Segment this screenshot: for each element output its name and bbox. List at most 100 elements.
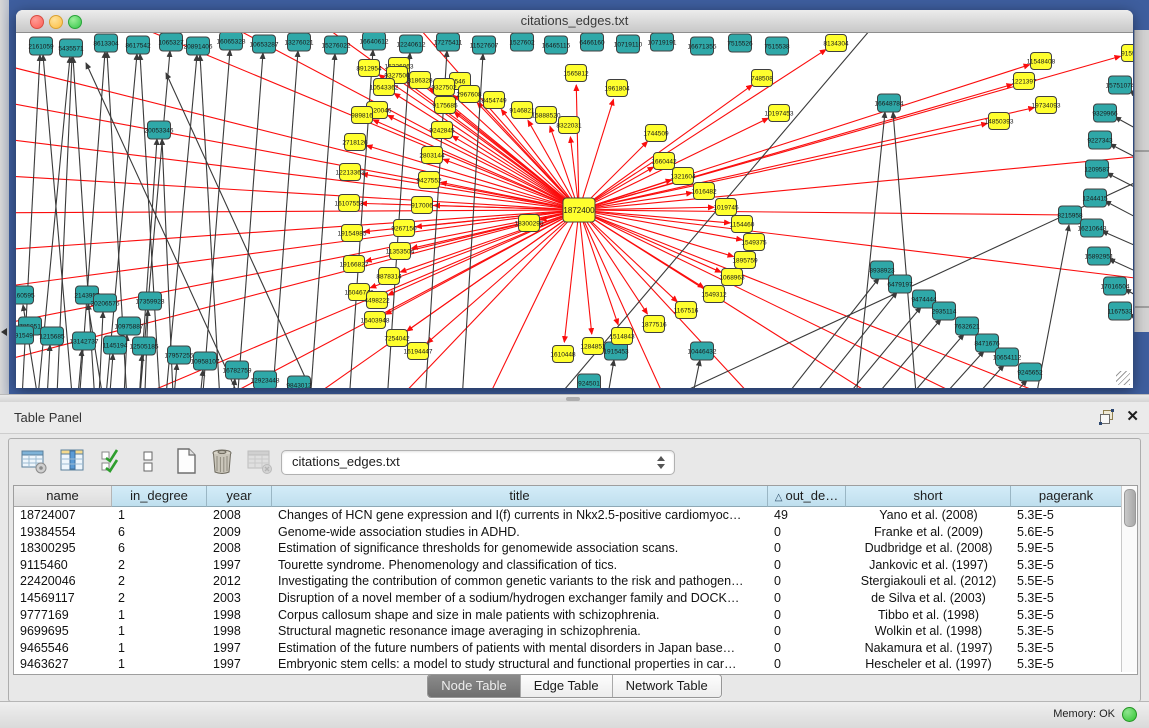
network-node[interactable]: 10543362 (370, 79, 399, 96)
network-node[interactable]: 1565812 (563, 65, 589, 82)
show-column-icon[interactable] (58, 446, 88, 476)
network-node[interactable]: 15888520 (532, 107, 561, 124)
network-node[interactable]: 11527607 (470, 36, 499, 54)
table-row[interactable]: 946362711997Embryonic stem cells: a mode… (14, 656, 1122, 673)
network-node[interactable]: 7515538 (764, 37, 790, 55)
table-options-icon[interactable] (19, 446, 49, 476)
network-node[interactable]: 7515526 (727, 34, 753, 52)
network-node[interactable]: 10197453 (765, 105, 794, 122)
network-node[interactable]: 16194447 (404, 343, 433, 360)
network-node[interactable]: 15751074 (1106, 76, 1133, 94)
network-node[interactable]: 19166827 (340, 256, 369, 273)
network-node[interactable]: 10654112 (993, 348, 1022, 366)
row-height-icon[interactable] (133, 446, 163, 476)
network-node[interactable]: 15892951 (1085, 247, 1114, 265)
network-node[interactable]: 1660442 (651, 153, 677, 170)
network-node[interactable]: 1154460 (730, 216, 755, 233)
table-row[interactable]: 911546021997Tourette syndrome. Phenomeno… (14, 557, 1122, 574)
network-node[interactable]: 1145194 (103, 336, 128, 354)
scrollbar-thumb[interactable] (1124, 489, 1136, 527)
network-node[interactable]: 1065327 (158, 33, 184, 51)
network-node[interactable]: 12505185 (130, 337, 159, 355)
network-node[interactable]: 7632621 (954, 317, 980, 335)
network-node[interactable]: 16671355 (688, 37, 717, 55)
network-node[interactable]: 16640612 (360, 33, 389, 50)
network-node[interactable]: 20891406 (184, 37, 213, 55)
tab-edge-table[interactable]: Edge Table (521, 675, 613, 697)
network-node[interactable]: 16403948 (361, 312, 390, 329)
network-node[interactable]: 8134304 (823, 35, 849, 52)
network-node[interactable]: 8322031 (556, 117, 582, 134)
network-node[interactable]: 10719191 (648, 33, 677, 51)
network-node[interactable]: 10975887 (115, 317, 144, 335)
network-node[interactable]: 2803144 (419, 147, 445, 164)
network-node[interactable]: 19734093 (1032, 97, 1061, 114)
network-node[interactable]: 1872400 (563, 198, 595, 222)
network-node[interactable]: 1167533 (1108, 302, 1133, 320)
network-node[interactable]: 16210643 (1078, 219, 1107, 237)
network-node[interactable]: 8186328 (407, 72, 433, 89)
network-node[interactable]: 9227343 (1087, 131, 1113, 149)
network-graph[interactable]: 2161059543557186133048617542106532720891… (16, 33, 1133, 388)
table-row[interactable]: 1872400712008Changes of HCN gene express… (14, 507, 1122, 524)
network-node[interactable]: 1321604 (670, 168, 696, 185)
network-node[interactable]: 20206576 (91, 294, 120, 312)
network-node[interactable]: 8617542 (125, 36, 151, 54)
network-node[interactable]: 1877516 (641, 316, 667, 333)
network-node[interactable]: 2718126 (342, 134, 368, 151)
network-node[interactable]: 16065328 (217, 33, 246, 50)
column-header-in_degree[interactable]: in_degree (112, 486, 207, 507)
network-node[interactable]: 9327502 (431, 79, 457, 96)
network-node[interactable]: 1019745 (713, 199, 739, 216)
network-node[interactable]: 924501 (578, 374, 601, 388)
column-header-short[interactable]: short (846, 486, 1011, 507)
network-node[interactable]: 6479197 (887, 275, 913, 293)
network-node[interactable]: 1068963 (719, 269, 745, 286)
network-node[interactable]: 1284851 (580, 338, 606, 355)
network-node[interactable]: 1215685 (39, 327, 65, 345)
network-node[interactable]: 17275411 (434, 33, 463, 51)
network-node[interactable]: 10446432 (688, 342, 717, 360)
network-node[interactable]: 4498222 (364, 292, 390, 309)
network-node[interactable]: 9329966 (1092, 104, 1118, 122)
table-row[interactable]: 2242004622012Investigating the contribut… (14, 573, 1122, 590)
network-node[interactable]: 1549312 (701, 286, 727, 303)
network-node[interactable]: 8912954 (356, 60, 382, 77)
network-node[interactable]: 17016504 (1101, 277, 1130, 295)
column-header-out_degree[interactable]: △out_de… (768, 486, 846, 507)
network-node[interactable]: 748508 (751, 70, 773, 87)
window-resize-grip[interactable] (1116, 371, 1130, 385)
table-row[interactable]: 969969511998Structural magnetic resonanc… (14, 623, 1122, 640)
network-node[interactable]: 16107553 (335, 195, 364, 212)
network-canvas[interactable]: 2161059543557186133048617542106532720891… (16, 33, 1133, 388)
apply-checks-icon[interactable] (97, 446, 127, 476)
network-node[interactable]: 1610448 (550, 346, 576, 363)
network-node[interactable]: 16782759 (223, 361, 252, 379)
network-node[interactable]: 12213363 (336, 164, 365, 181)
network-node[interactable]: 1221397 (1011, 73, 1037, 90)
network-node[interactable]: 18300295 (515, 215, 544, 232)
network-node[interactable]: 2967608 (456, 86, 482, 103)
network-node[interactable]: 10958107 (191, 352, 220, 370)
network-node[interactable]: 9843012 (286, 376, 312, 388)
tab-network-table[interactable]: Network Table (613, 675, 721, 697)
network-node[interactable]: 12923448 (251, 371, 280, 388)
network-node[interactable]: 2161059 (28, 37, 54, 55)
network-node[interactable]: 10719110 (614, 35, 643, 53)
network-node[interactable]: 9175685 (432, 97, 458, 114)
network-node[interactable]: 1895759 (732, 252, 758, 269)
network-node[interactable]: 5435571 (58, 39, 84, 57)
network-node[interactable]: 6466160 (579, 33, 605, 51)
network-node[interactable]: 11353504 (386, 243, 415, 260)
network-node[interactable]: 14850393 (985, 113, 1014, 130)
tab-node-table[interactable]: Node Table (428, 675, 521, 697)
table-row[interactable]: 1938455462009Genome-wide association stu… (14, 524, 1122, 541)
network-node[interactable]: 9267150 (391, 220, 417, 237)
network-node[interactable]: 10653287 (250, 35, 279, 53)
table-row[interactable]: 1456911722003Disruption of a novel membe… (14, 590, 1122, 607)
network-node[interactable]: 17359928 (136, 292, 165, 310)
float-panel-icon[interactable] (1100, 410, 1113, 423)
network-node[interactable]: 8215958 (1057, 206, 1083, 224)
network-node[interactable]: 17957255 (165, 346, 194, 364)
panel-collapse-arrow-icon[interactable] (1, 328, 7, 336)
